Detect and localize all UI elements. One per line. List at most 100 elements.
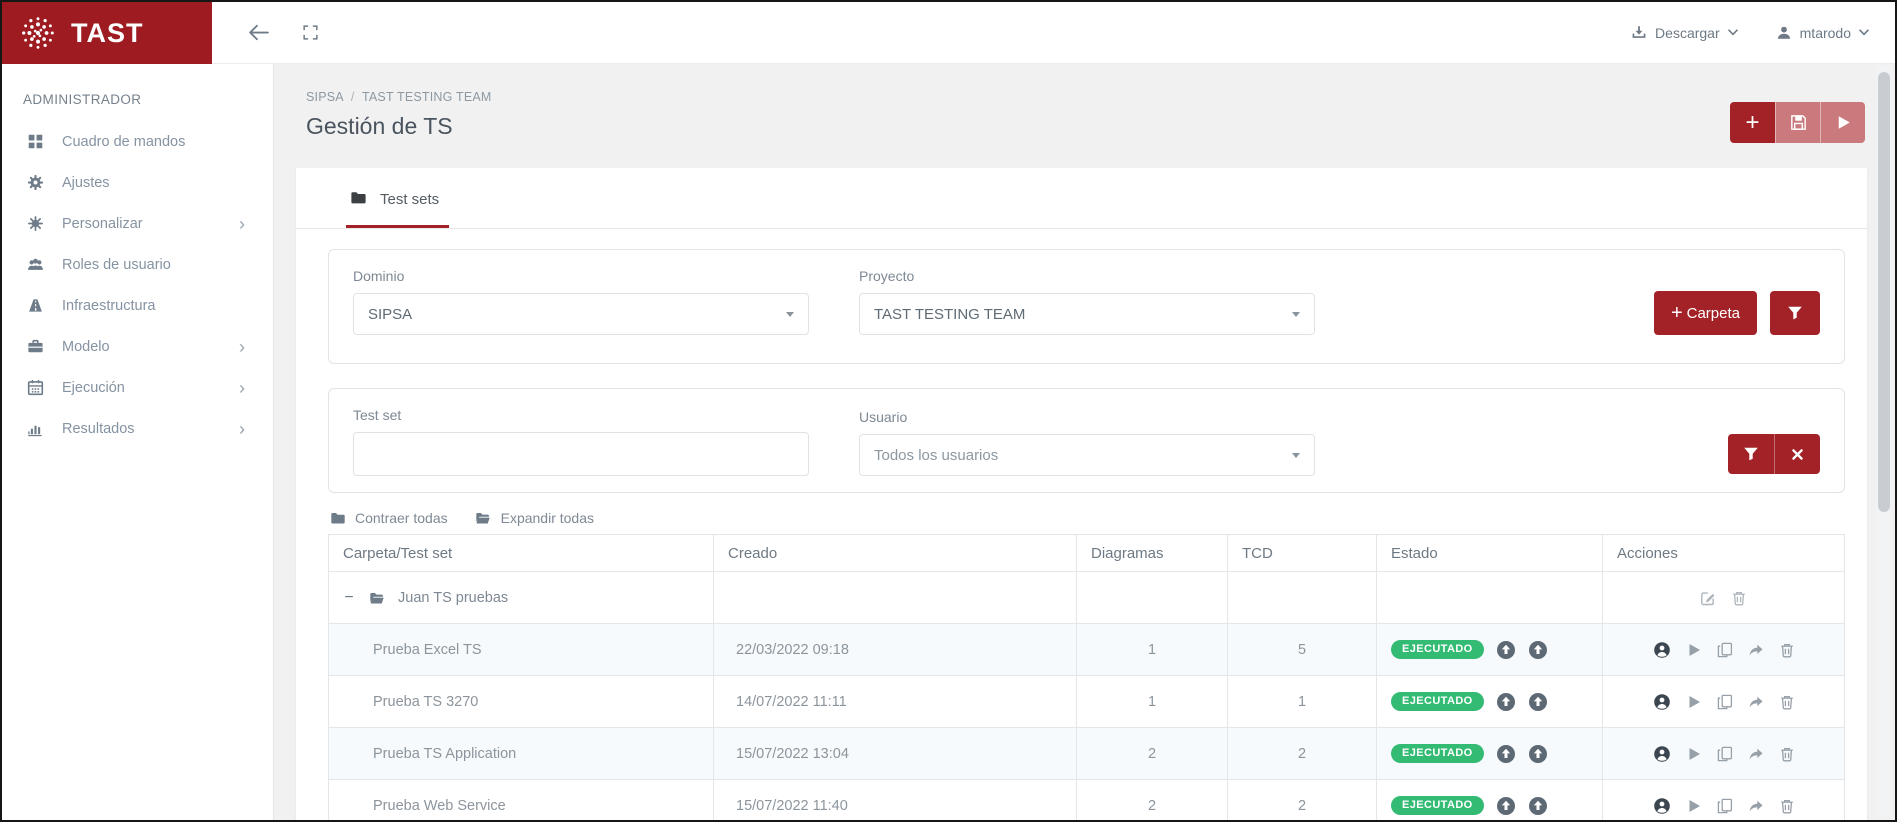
cell-acciones: [1603, 780, 1845, 821]
cell-tcd: [1228, 572, 1377, 624]
upload-circle-icon: [1528, 640, 1548, 660]
carpeta-button-label: Carpeta: [1687, 305, 1740, 322]
run-button[interactable]: [1820, 102, 1865, 143]
assign-user-button[interactable]: [1653, 641, 1671, 659]
upload-circle-button[interactable]: [1528, 692, 1548, 712]
col-creado: Creado: [714, 535, 1077, 572]
chevron-right-icon: ›: [239, 338, 245, 356]
delete-folder-button[interactable]: [1731, 590, 1747, 606]
duplicate-testset-button[interactable]: [1717, 798, 1733, 814]
collapse-all-link[interactable]: Contraer todas: [328, 510, 448, 526]
dominio-select[interactable]: SIPSA: [353, 293, 809, 335]
move-testset-button[interactable]: [1748, 746, 1764, 762]
search-filter-panel: Test set Usuario Todos los usuarios: [328, 388, 1845, 493]
toggle-filter-button[interactable]: [1770, 291, 1820, 335]
upload-circle-button[interactable]: [1496, 796, 1516, 816]
trash-icon: [1779, 694, 1795, 710]
person-icon: [1776, 25, 1792, 41]
cell-estado: EJECUTADO: [1377, 728, 1603, 780]
assign-user-button[interactable]: [1653, 693, 1671, 711]
run-testset-button[interactable]: [1686, 746, 1702, 762]
clear-filter-button[interactable]: [1774, 434, 1820, 474]
collapse-toggle[interactable]: −: [343, 589, 355, 607]
cell-estado: EJECUTADO: [1377, 676, 1603, 728]
upload-circle-button[interactable]: [1528, 640, 1548, 660]
fullscreen-button[interactable]: [301, 23, 320, 42]
move-testset-button[interactable]: [1748, 798, 1764, 814]
scrollbar-thumb[interactable]: [1878, 72, 1890, 512]
breadcrumb-project[interactable]: TAST TESTING TEAM: [362, 90, 492, 104]
cell-estado: [1377, 572, 1603, 624]
cell-acciones: [1603, 676, 1845, 728]
assign-user-button[interactable]: [1653, 745, 1671, 763]
user-menu[interactable]: mtarodo: [1776, 25, 1869, 41]
trash-icon: [1779, 642, 1795, 658]
cell-acciones: [1603, 572, 1845, 624]
run-testset-button[interactable]: [1686, 694, 1702, 710]
vertical-scrollbar[interactable]: [1876, 66, 1891, 816]
breadcrumb: SIPSA / TAST TESTING TEAM: [306, 90, 1867, 104]
fullscreen-icon: [301, 23, 320, 42]
sidebar-item-infraestructura[interactable]: Infraestructura: [2, 285, 273, 326]
download-label: Descargar: [1655, 25, 1720, 41]
status-badge: EJECUTADO: [1391, 796, 1484, 815]
duplicate-testset-button[interactable]: [1717, 642, 1733, 658]
testset-label: Test set: [353, 407, 809, 423]
select-caret-icon: [786, 312, 794, 317]
sidebar-item-resultados[interactable]: Resultados ›: [2, 408, 273, 449]
run-testset-button[interactable]: [1686, 642, 1702, 658]
assign-user-button[interactable]: [1653, 797, 1671, 815]
sidebar-item-ejecucion[interactable]: Ejecución ›: [2, 367, 273, 408]
chevron-right-icon: ›: [239, 379, 245, 397]
delete-testset-button[interactable]: [1779, 798, 1795, 814]
sidebar-item-ajustes[interactable]: Ajustes: [2, 162, 273, 203]
upload-circle-button[interactable]: [1496, 744, 1516, 764]
run-testset-button[interactable]: [1686, 798, 1702, 814]
expand-all-link[interactable]: Expandir todas: [474, 510, 594, 526]
duplicate-testset-button[interactable]: [1717, 746, 1733, 762]
move-testset-button[interactable]: [1748, 642, 1764, 658]
sidebar-item-personalizar[interactable]: Personalizar ›: [2, 203, 273, 244]
folder-open-icon: [367, 590, 386, 606]
upload-circle-button[interactable]: [1528, 744, 1548, 764]
save-button[interactable]: [1775, 102, 1820, 143]
bar-chart-icon: [26, 420, 45, 437]
delete-testset-button[interactable]: [1779, 746, 1795, 762]
brand-name: TAST: [71, 18, 144, 49]
tab-test-sets[interactable]: Test sets: [346, 168, 449, 228]
move-testset-button[interactable]: [1748, 694, 1764, 710]
breadcrumb-domain[interactable]: SIPSA: [306, 90, 343, 104]
edit-folder-button[interactable]: [1700, 590, 1716, 606]
table-row: Prueba Web Service 15/07/2022 11:40 2 2 …: [329, 780, 1845, 821]
folder-closed-icon: [328, 510, 347, 526]
testset-input[interactable]: [353, 432, 809, 476]
delete-testset-button[interactable]: [1779, 642, 1795, 658]
status-badge: EJECUTADO: [1391, 744, 1484, 763]
cell-estado: EJECUTADO: [1377, 624, 1603, 676]
trash-icon: [1779, 798, 1795, 814]
download-menu[interactable]: Descargar: [1631, 25, 1738, 41]
sidebar-item-roles-de-usuario[interactable]: Roles de usuario: [2, 244, 273, 285]
apply-filter-button[interactable]: [1728, 434, 1774, 474]
add-carpeta-button[interactable]: + Carpeta: [1654, 291, 1757, 335]
cell-created: [714, 572, 1077, 624]
cell-testset-name: Prueba Excel TS: [329, 624, 714, 676]
brand-logo[interactable]: TAST: [2, 2, 212, 64]
upload-circle-icon: [1496, 640, 1516, 660]
cell-tcd: 2: [1228, 728, 1377, 780]
copy-icon: [1717, 642, 1733, 658]
upload-circle-button[interactable]: [1496, 692, 1516, 712]
sidebar-item-cuadro-de-mandos[interactable]: Cuadro de mandos: [2, 121, 273, 162]
usuario-select[interactable]: Todos los usuarios: [859, 434, 1315, 476]
back-button[interactable]: [246, 20, 271, 45]
upload-circle-button[interactable]: [1496, 640, 1516, 660]
add-testset-button[interactable]: +: [1730, 102, 1775, 143]
sidebar-item-modelo[interactable]: Modelo ›: [2, 326, 273, 367]
upload-circle-button[interactable]: [1528, 796, 1548, 816]
chevron-right-icon: ›: [239, 420, 245, 438]
duplicate-testset-button[interactable]: [1717, 694, 1733, 710]
users-icon: [26, 256, 45, 273]
delete-testset-button[interactable]: [1779, 694, 1795, 710]
proyecto-select[interactable]: TAST TESTING TEAM: [859, 293, 1315, 335]
testsets-table: Carpeta/Test set Creado Diagramas TCD Es…: [328, 534, 1845, 820]
